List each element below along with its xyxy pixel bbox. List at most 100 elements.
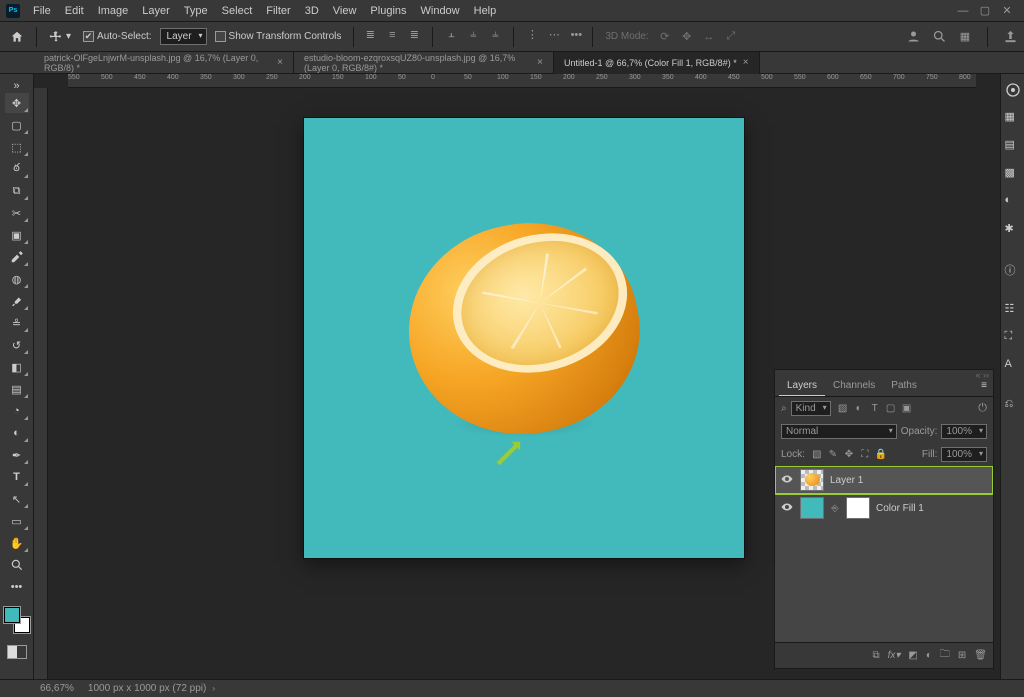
gradient-tool[interactable]: ▤ xyxy=(5,379,29,399)
distribute-v-icon[interactable]: ⋯ xyxy=(546,27,562,43)
close-icon[interactable]: × xyxy=(277,57,283,68)
link-layers-icon[interactable]: ⧉ xyxy=(872,650,879,661)
filter-pixel-icon[interactable]: ▧ xyxy=(837,403,849,414)
stamp-tool[interactable]: ≗ xyxy=(5,313,29,333)
layer-thumbnail[interactable] xyxy=(800,469,824,491)
adj-layer-icon[interactable]: ◐ xyxy=(926,650,932,661)
menu-edit[interactable]: Edit xyxy=(58,2,91,20)
tool-icon-move[interactable]: ▾ xyxy=(45,27,75,47)
chevron-right-icon[interactable]: › xyxy=(212,684,215,693)
marquee-tool[interactable]: ⬚ xyxy=(5,137,29,157)
workspace-icon[interactable]: ▦ xyxy=(957,29,973,45)
search-icon[interactable] xyxy=(931,29,947,45)
eraser-tool[interactable]: ◧ xyxy=(5,357,29,377)
layer-mask-thumb[interactable] xyxy=(846,497,870,519)
shape-tool[interactable]: ▭ xyxy=(5,511,29,531)
home-button[interactable] xyxy=(6,27,28,47)
cloud-docs-icon[interactable] xyxy=(905,29,921,45)
toolbox-collapse-button[interactable]: » xyxy=(5,80,29,91)
align-left-icon[interactable]: ≣ xyxy=(362,27,378,43)
fill-input[interactable]: 100% xyxy=(941,447,987,462)
window-max-button[interactable]: ▢ xyxy=(974,1,996,20)
align-right-icon[interactable]: ≣ xyxy=(406,27,422,43)
menu-image[interactable]: Image xyxy=(91,2,136,20)
move-tool[interactable]: ✥ xyxy=(5,93,29,113)
swatches-icon[interactable]: ▦ xyxy=(1005,110,1021,126)
mask-icon[interactable]: ◩ xyxy=(908,650,917,661)
layer-row-colorfill[interactable]: ⎆ Color Fill 1 xyxy=(775,494,993,522)
lock-all-icon[interactable]: 🔒 xyxy=(875,449,887,460)
glyphs-icon[interactable]: A xyxy=(1005,358,1021,374)
styles-icon[interactable]: ✱ xyxy=(1005,222,1021,238)
layer-row-layer1[interactable]: Layer 1 xyxy=(775,466,993,494)
crop-tool[interactable]: ✂ xyxy=(5,203,29,223)
align-top-icon[interactable]: ⫠ xyxy=(443,27,459,43)
layer-thumbnail[interactable] xyxy=(800,497,824,519)
filter-type-icon[interactable]: T xyxy=(869,403,881,414)
link-icon[interactable]: ⎆ xyxy=(830,503,840,514)
delete-layer-icon[interactable]: 🗑 xyxy=(974,650,987,661)
lock-pos-icon[interactable]: ✥ xyxy=(843,449,855,460)
menu-type[interactable]: Type xyxy=(177,2,215,20)
zoom-tool[interactable] xyxy=(5,555,29,575)
layer-name[interactable]: Color Fill 1 xyxy=(876,503,924,514)
menu-select[interactable]: Select xyxy=(215,2,260,20)
close-icon[interactable]: × xyxy=(743,57,749,68)
visibility-toggle[interactable] xyxy=(780,473,794,488)
eyedropper-tool[interactable] xyxy=(5,247,29,267)
foreground-color-swatch[interactable] xyxy=(4,607,20,623)
hand-tool[interactable]: ✋ xyxy=(5,533,29,553)
artboard-tool[interactable]: ▢ xyxy=(5,115,29,135)
menu-3d[interactable]: 3D xyxy=(298,2,326,20)
pen-tool[interactable]: ✒ xyxy=(5,445,29,465)
blend-mode-dropdown[interactable]: Normal xyxy=(781,424,897,439)
menu-filter[interactable]: Filter xyxy=(259,2,297,20)
auto-select-check[interactable]: ✔ Auto-Select: xyxy=(79,28,155,45)
history-brush-tool[interactable]: ↺ xyxy=(5,335,29,355)
edit-toolbar[interactable]: ••• xyxy=(5,577,29,597)
fx-icon[interactable]: fx▾ xyxy=(888,650,901,661)
ruler-vertical[interactable] xyxy=(34,88,48,679)
transform-check[interactable]: Show Transform Controls xyxy=(211,28,346,45)
menu-help[interactable]: Help xyxy=(467,2,504,20)
tab-layers[interactable]: Layers xyxy=(779,376,825,396)
layer-name[interactable]: Layer 1 xyxy=(830,475,863,486)
align-bottom-icon[interactable]: ⫨ xyxy=(487,27,503,43)
adjustments-icon[interactable]: ◐ xyxy=(1005,194,1021,210)
color-wheel-icon[interactable] xyxy=(1005,82,1021,98)
zoom-readout[interactable]: 66,67% xyxy=(40,683,74,694)
more-align-icon[interactable]: ••• xyxy=(568,27,584,43)
window-min-button[interactable]: ― xyxy=(952,2,974,20)
object-select-tool[interactable]: ⧉ xyxy=(5,181,29,201)
align-middle-icon[interactable]: ⫨ xyxy=(465,27,481,43)
lasso-tool[interactable]: ఠ xyxy=(5,159,29,179)
type-tool[interactable]: T xyxy=(5,467,29,487)
tab-channels[interactable]: Channels xyxy=(825,376,883,396)
doc-tab-0[interactable]: patrick-OlFgeLnjwrM-unsplash.jpg @ 16,7%… xyxy=(34,52,294,74)
doc-info-readout[interactable]: 1000 px x 1000 px (72 ppi) xyxy=(88,683,206,694)
share-icon[interactable] xyxy=(1002,29,1018,45)
opacity-input[interactable]: 100% xyxy=(941,424,987,439)
ruler-horizontal[interactable]: 5505004504003503002502001501005005010015… xyxy=(68,74,976,88)
auto-select-target-dropdown[interactable]: Layer xyxy=(160,28,207,45)
pattern-panel-icon[interactable]: ▩ xyxy=(1005,166,1021,182)
brush-tool[interactable] xyxy=(5,291,29,311)
align-center-icon[interactable]: ≡ xyxy=(384,27,400,43)
filter-shape-icon[interactable]: ▢ xyxy=(885,403,897,414)
filter-toggle-switch[interactable]: ⏻ xyxy=(978,402,987,415)
visibility-toggle[interactable] xyxy=(780,501,794,516)
close-icon[interactable]: × xyxy=(537,57,543,68)
menu-file[interactable]: File xyxy=(26,2,58,20)
frame-tool[interactable]: ▣ xyxy=(5,225,29,245)
color-swatches[interactable] xyxy=(4,607,30,633)
patch-tool[interactable]: ◍ xyxy=(5,269,29,289)
artboard[interactable] xyxy=(304,118,744,558)
window-close-button[interactable]: ✕ xyxy=(996,1,1018,20)
group-icon[interactable]: 🗀 xyxy=(940,647,950,664)
filter-smart-icon[interactable]: ▣ xyxy=(901,403,913,414)
new-layer-icon[interactable]: ⊞ xyxy=(958,650,966,661)
filter-kind-dropdown[interactable]: Kind xyxy=(791,401,831,416)
tab-paths[interactable]: Paths xyxy=(883,376,925,396)
filter-adjust-icon[interactable]: ◐ xyxy=(853,403,865,414)
dodge-tool[interactable]: ◐ xyxy=(5,423,29,443)
